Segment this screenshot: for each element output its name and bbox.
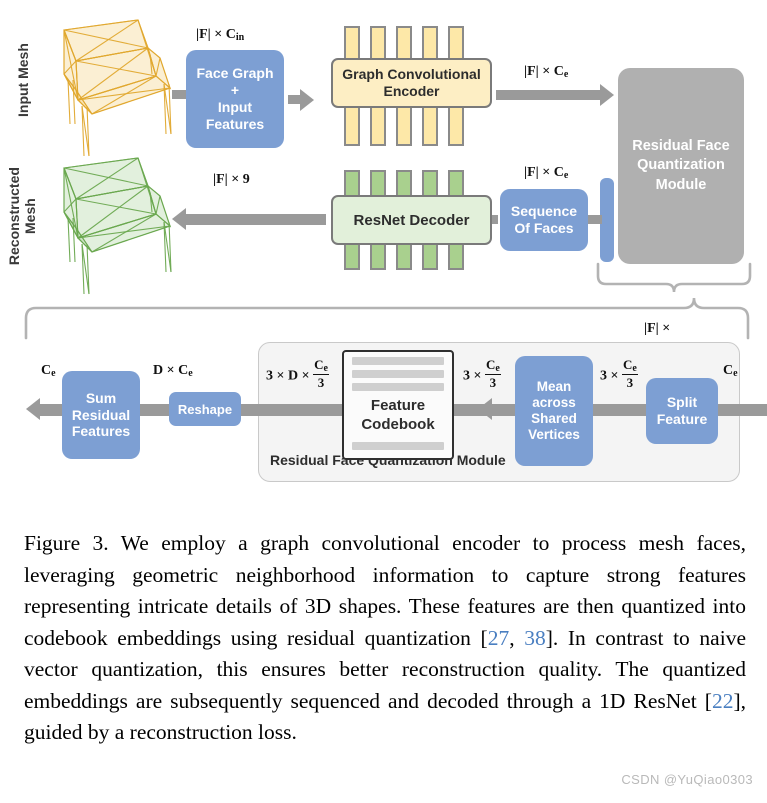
sequence-line2: Of Faces [514,220,574,236]
split-line1: Split [666,394,698,411]
arrow-rfq-to-sequence [588,215,602,224]
codebook-stripe-3 [352,383,444,391]
side-label-reconstructed-mesh: Reconstructed Mesh [6,161,38,271]
arrow-decoder-to-mesh-head [172,208,186,230]
side-label-input-mesh-text: Input Mesh [14,43,31,117]
mean-line4: Vertices [528,427,580,443]
reshape-box[interactable]: Reshape [169,392,241,426]
label-input-to-encoder: |F| × Cin [196,27,245,43]
caption-cite-38[interactable]: 38 [524,626,546,650]
arrow-facegraph-to-encoder-head [300,88,314,111]
figure-canvas: Input Mesh Reconstructed Mesh |F| × Cin … [0,0,767,803]
resnet-decoder-label: ResNet Decoder [353,211,470,229]
arrow-mesh-to-facegraph [172,90,186,99]
reconstructed-mesh-thumbnail [52,152,192,302]
split-feature-box[interactable]: Split Feature [646,378,718,444]
label-rfq-to-sequence: |F| × Ce [524,165,569,181]
codebook-stripe-4 [352,441,444,450]
caption-seg-2: , [509,625,525,650]
sum-residual-line2: Residual [71,406,131,423]
arrow-bottom-main-head [26,398,40,420]
sequence-of-faces-box[interactable]: Sequence Of Faces [500,189,588,251]
label-split-output: 3 × Ce 3 [600,357,638,390]
feature-codebook-box[interactable]: Feature Codebook [342,350,454,460]
rfq-output-connector [600,178,614,262]
csdn-watermark: CSDN @YuQiao0303 [621,772,753,787]
encoder-label-line1: Graph Convolutional [342,65,481,82]
side-label-recon-line2: Mesh [22,198,38,234]
mean-line2: across [532,394,576,410]
face-graph-input-features-box[interactable]: Face Graph + Input Features [186,50,284,148]
brace-under-rfq-module [596,262,756,298]
residual-face-quantization-module-box[interactable]: Residual Face Quantization Module [618,68,744,264]
sum-residual-line1: Sum [85,389,117,406]
sum-residual-features-box[interactable]: Sum Residual Features [62,371,140,459]
resnet-decoder-group: ResNet Decoder [331,170,492,270]
face-graph-line4: Features [205,115,265,132]
arrow-encoder-to-rfq-head [600,84,614,106]
label-bottom-in-ce: Ce [723,363,738,379]
feature-codebook-label: Feature Codebook [344,397,452,435]
rfq-module-line2: Quantization [637,157,725,174]
arrow-encoder-to-rfq [496,90,600,100]
split-line2: Feature [656,411,708,427]
encoder-label-line2: Encoder [383,83,440,99]
face-graph-line3: Input [217,99,253,115]
label-reshape-input: D × Ce [153,363,193,379]
graph-convolutional-encoder-group: Graph Convolutional Encoder [331,26,492,146]
side-label-recon-line1: Reconstructed [5,167,22,266]
face-graph-line1: Face Graph [196,65,274,82]
arrow-codebook-inner-head [478,398,492,420]
input-mesh-thumbnail [52,14,192,164]
codebook-stripe-2 [352,370,444,378]
brace-expand-to-detail [22,294,752,340]
mean-line1: Mean [536,378,572,394]
figure-caption: Figure 3. We employ a graph convolutiona… [24,528,746,749]
face-graph-line2: + [230,82,240,99]
sum-residual-line3: Features [71,423,131,440]
codebook-line2: Codebook [361,415,435,433]
arrow-facegraph-to-encoder [288,95,300,104]
label-decoder-to-mesh: |F| × 9 [213,172,250,187]
resnet-decoder-box[interactable]: ResNet Decoder [331,195,492,245]
codebook-stripe-1 [352,357,444,365]
caption-cite-22[interactable]: 22 [712,689,734,713]
label-brace-f-times: |F| × [644,321,671,336]
caption-cite-27[interactable]: 27 [488,626,510,650]
reshape-label: Reshape [177,401,233,417]
csdn-watermark-text: CSDN @YuQiao0303 [621,772,753,787]
mean-across-shared-vertices-box[interactable]: Mean across Shared Vertices [515,356,593,466]
arrow-decoder-to-mesh [186,214,326,225]
side-label-input-mesh: Input Mesh [15,35,31,125]
label-bottom-out-ce: Ce [41,363,56,379]
graph-convolutional-encoder-box[interactable]: Graph Convolutional Encoder [331,58,492,108]
codebook-line1: Feature [370,397,426,414]
label-codebook-input: 3 × D × Ce 3 [266,357,329,390]
rfq-module-line3: Module [655,176,707,193]
rfq-module-line1: Residual Face [632,137,730,154]
label-mean-output: 3 × Ce 3 [463,357,501,390]
mean-line3: Shared [531,411,577,426]
sequence-line1: Sequence [510,203,578,220]
label-encoder-to-rfq: |F| × Ce [524,64,569,80]
